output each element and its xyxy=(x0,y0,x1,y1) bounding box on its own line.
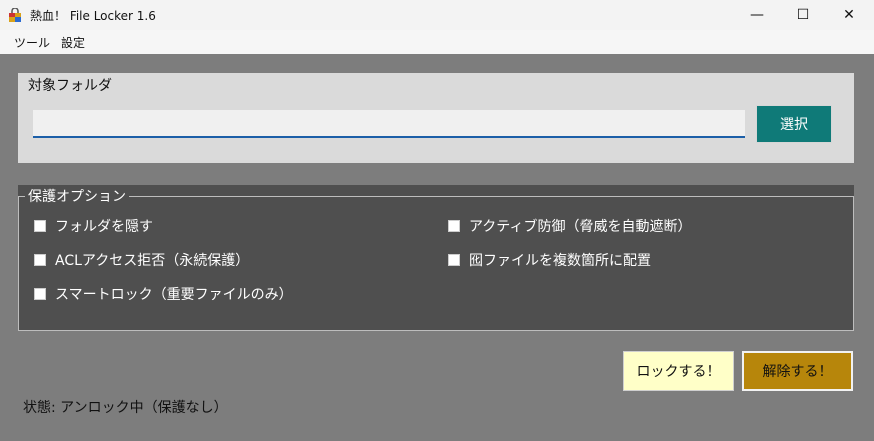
unlock-button[interactable]: 解除する！ xyxy=(742,351,853,391)
option-acl-deny[interactable]: ACLアクセス拒否（永続保護） xyxy=(34,250,249,270)
close-button[interactable]: ✕ xyxy=(826,0,872,30)
active-defense-checkbox[interactable] xyxy=(448,220,460,232)
select-folder-button[interactable]: 選択 xyxy=(756,105,832,143)
minimize-button[interactable]: — xyxy=(734,0,780,30)
window-title: 熱血！ File Locker 1.6 xyxy=(30,9,156,23)
option-label: スマートロック（重要ファイルのみ） xyxy=(55,287,293,303)
menu-bar: ツール 設定 xyxy=(0,30,874,54)
maximize-icon: ☐ xyxy=(796,7,810,23)
option-decoy-files[interactable]: 囮ファイルを複数箇所に配置 xyxy=(448,250,651,270)
acl-deny-checkbox[interactable] xyxy=(34,254,46,266)
protection-options-group: 保護オプション フォルダを隠す アクティブ防御（脅威を自動遮断） ACLアクセス… xyxy=(18,185,854,331)
smart-lock-checkbox[interactable] xyxy=(34,288,46,300)
app-icon xyxy=(9,8,21,22)
maximize-button[interactable]: ☐ xyxy=(780,0,826,30)
status-text: 状態: アンロック中（保護なし） xyxy=(23,400,228,416)
title-bar: 熱血！ File Locker 1.6 — ☐ ✕ xyxy=(0,0,874,30)
minimize-icon: — xyxy=(750,7,764,23)
target-folder-label: 対象フォルダ xyxy=(28,78,112,94)
option-label: アクティブ防御（脅威を自動遮断） xyxy=(469,219,692,235)
menu-item-tools[interactable]: ツール xyxy=(14,34,50,51)
option-smart-lock[interactable]: スマートロック（重要ファイルのみ） xyxy=(34,284,293,304)
option-hide-folder[interactable]: フォルダを隠す xyxy=(34,216,153,236)
lock-button[interactable]: ロックする！ xyxy=(623,351,734,391)
option-label: 囮ファイルを複数箇所に配置 xyxy=(469,253,651,269)
option-active-defense[interactable]: アクティブ防御（脅威を自動遮断） xyxy=(448,216,691,236)
option-label: ACLアクセス拒否（永続保護） xyxy=(55,253,250,269)
options-legend: 保護オプション xyxy=(25,186,129,206)
menu-item-settings[interactable]: 設定 xyxy=(61,34,85,51)
hide-folder-checkbox[interactable] xyxy=(34,220,46,232)
option-label: フォルダを隠す xyxy=(55,219,153,235)
target-folder-panel: 対象フォルダ 選択 xyxy=(18,73,854,163)
close-icon: ✕ xyxy=(843,7,855,23)
folder-path-input[interactable] xyxy=(33,110,745,138)
decoy-files-checkbox[interactable] xyxy=(448,254,460,266)
